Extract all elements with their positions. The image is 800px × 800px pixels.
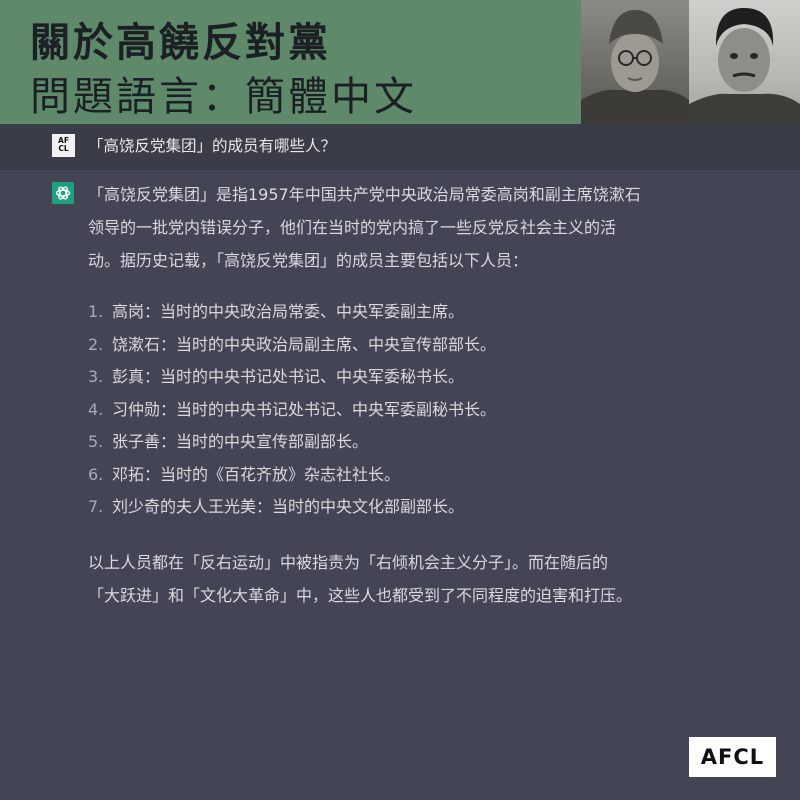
answer-intro-line: 动。据历史记载，「高饶反党集团」的成员主要包括以下人员： — [88, 251, 529, 270]
answer-intro: 「高饶反党集团」是指1957年中国共产党中央政治局常委高岗和副主席饶漱石 领导的… — [88, 178, 768, 277]
member-list: 1. 高岗：当时的中央政治局常委、中央军委副主席。 2. 饶漱石：当时的中央政治局副… — [88, 296, 496, 524]
conclusion-line: 「大跃进」和「文化大革命」中，这些人也都受到了不同程度的迫害和打压。 — [88, 586, 633, 605]
list-item-text: 彭真：当时的中央书记处书记、中央军委秘书长。 — [112, 367, 465, 386]
list-item-text: 习仲勋：当时的中央书记处书记、中央军委副秘书长。 — [112, 399, 497, 419]
list-item-number: 1. — [88, 302, 104, 321]
list-item: 1. 高岗：当时的中央政治局常委、中央军委副主席。 — [88, 296, 496, 329]
list-item: 4. 习仲勋：当时的中央书记处书记、中央军委副秘书长。 — [88, 394, 496, 427]
list-item-number: 4. — [88, 399, 104, 419]
list-item-text: 邓拓：当时的《百花齐放》杂志社社长。 — [112, 464, 401, 484]
list-item-text: 张子善：当时的中央宣传部副部长。 — [112, 432, 369, 451]
list-item-number: 5. — [88, 432, 104, 451]
list-item: 2. 饶漱石：当时的中央政治局副主席、中央宣传部部长。 — [88, 329, 496, 362]
list-item-number: 2. — [88, 334, 104, 354]
list-item-text: 刘少奇的夫人王光美：当时的中央文化部副部长。 — [112, 497, 465, 516]
list-item-number: 3. — [88, 367, 104, 386]
header-banner: 關於高饒反對黨 問題語言：簡體中文 — [0, 0, 800, 124]
list-item-text: 高岗：当时的中央政治局常委、中央军委副主席。 — [112, 302, 465, 321]
list-item: 5. 张子善：当时的中央宣传部副部长。 — [88, 426, 496, 459]
conclusion-line: 以上人员都在「反右运动」中被指责为「右倾机会主义分子」。而在随后的 — [88, 553, 609, 572]
list-item-number: 6. — [88, 464, 104, 484]
afcl-logo: AFCL — [689, 737, 776, 777]
question-text: 「高饶反党集团」的成员有哪些人？ — [88, 137, 337, 155]
list-item: 6. 邓拓：当时的《百花齐放》杂志社社长。 — [88, 459, 496, 492]
answer-conclusion: 以上人员都在「反右运动」中被指责为「右倾机会主义分子」。而在随后的 「大跃进」和… — [88, 546, 632, 612]
page-title: 關於高饒反對黨 — [30, 20, 331, 66]
list-item-text: 饶漱石：当时的中央政治局副主席、中央宣传部部长。 — [112, 334, 497, 354]
page-subtitle: 問題語言：簡體中文 — [30, 74, 417, 120]
list-item: 3. 彭真：当时的中央书记处书记、中央军委秘书长。 — [88, 361, 496, 394]
answer-intro-line: 领导的一批党内错误分子，他们在当时的党内搞了一些反党反社会主义的活 — [88, 218, 617, 237]
answer-intro-line: 「高饶反党集团」是指1957年中国共产党中央政治局常委高岗和副主席饶漱石 — [88, 185, 641, 204]
user-avatar-icon: AF CL — [52, 134, 75, 157]
chatgpt-logo-icon — [52, 182, 74, 204]
list-item: 7. 刘少奇的夫人王光美：当时的中央文化部副部长。 — [88, 491, 496, 524]
portrait-photo-1 — [581, 0, 689, 124]
list-item-number: 7. — [88, 497, 104, 516]
portrait-photo-2 — [689, 0, 800, 124]
